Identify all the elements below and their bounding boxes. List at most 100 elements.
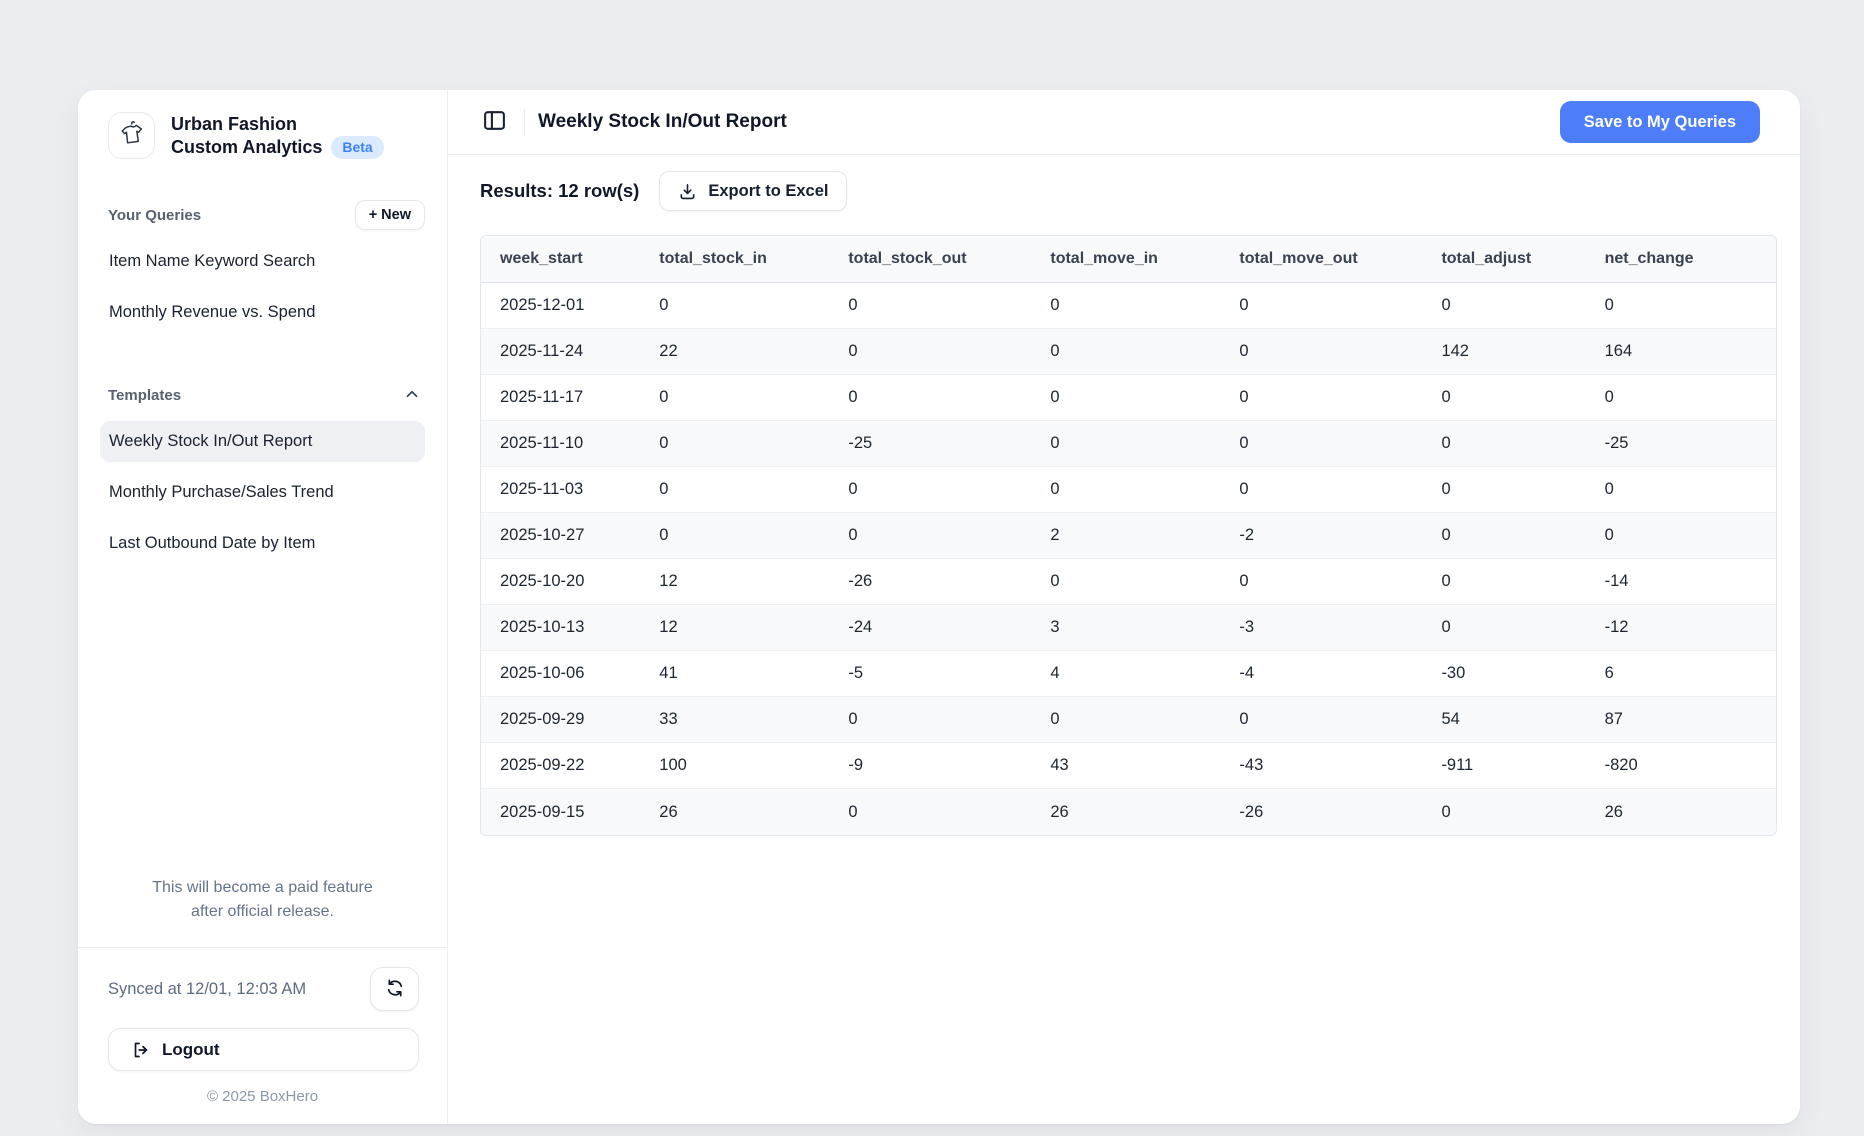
table-cell: 0 xyxy=(640,421,829,467)
sidebar-template-item[interactable]: Monthly Purchase/Sales Trend xyxy=(100,472,425,513)
table-cell: 0 xyxy=(1586,375,1776,421)
table-cell: 2025-11-10 xyxy=(481,421,640,467)
queries-list: Item Name Keyword Search Monthly Revenue … xyxy=(78,241,447,333)
paid-feature-notice: This will become a paid feature after of… xyxy=(78,876,447,924)
table-cell: 0 xyxy=(1220,329,1422,375)
table-cell: 2 xyxy=(1031,513,1220,559)
paid-feature-notice-line1: This will become a paid feature xyxy=(78,876,447,900)
beta-badge: Beta xyxy=(331,136,383,159)
app-window: Urban Fashion Custom Analytics Beta Your… xyxy=(78,90,1800,1124)
table-cell: 2025-11-24 xyxy=(481,329,640,375)
copyright: © 2025 BoxHero xyxy=(78,1088,447,1105)
templates-section-header: Templates xyxy=(78,379,447,411)
refresh-button[interactable] xyxy=(370,967,419,1011)
sidebar-query-item[interactable]: Item Name Keyword Search xyxy=(100,241,425,282)
sidebar-footer: This will become a paid feature after of… xyxy=(78,876,447,1124)
sidebar-query-item[interactable]: Monthly Revenue vs. Spend xyxy=(100,292,425,333)
table-row: 2025-10-0641-54-4-306 xyxy=(481,651,1776,697)
workspace-name: Urban Fashion xyxy=(171,113,384,136)
new-query-button[interactable]: + New xyxy=(355,200,425,230)
table-cell: 0 xyxy=(829,697,1031,743)
table-row: 2025-11-03000000 xyxy=(481,467,1776,513)
table-cell: 2025-09-22 xyxy=(481,743,640,789)
table-cell: 0 xyxy=(1031,559,1220,605)
table-cell: 2025-11-03 xyxy=(481,467,640,513)
your-queries-section-header: Your Queries + New xyxy=(78,199,447,231)
table-cell: 2025-10-13 xyxy=(481,605,640,651)
column-header: total_adjust xyxy=(1422,236,1585,283)
table-cell: 0 xyxy=(1220,283,1422,329)
download-icon xyxy=(678,182,697,201)
table-cell: 54 xyxy=(1422,697,1585,743)
table-cell: 0 xyxy=(829,329,1031,375)
results-count: Results: 12 row(s) xyxy=(480,180,639,202)
table-cell: -4 xyxy=(1220,651,1422,697)
table-cell: 0 xyxy=(829,467,1031,513)
table-row: 2025-09-29330005487 xyxy=(481,697,1776,743)
table-cell: 0 xyxy=(1422,467,1585,513)
table-cell: 0 xyxy=(1031,375,1220,421)
sidebar-toggle-button[interactable] xyxy=(480,106,509,138)
results-toolbar: Results: 12 row(s) Export to Excel xyxy=(480,171,1760,211)
table-cell: 0 xyxy=(1422,789,1585,835)
sidebar-template-item[interactable]: Weekly Stock In/Out Report xyxy=(100,421,425,462)
workspace-title: Urban Fashion Custom Analytics Beta xyxy=(171,113,384,159)
table-row: 2025-11-2422000142164 xyxy=(481,329,1776,375)
table-cell: 4 xyxy=(1031,651,1220,697)
sidebar-template-item[interactable]: Last Outbound Date by Item xyxy=(100,523,425,564)
results-table: week_starttotal_stock_intotal_stock_outt… xyxy=(480,235,1777,836)
table-cell: -9 xyxy=(829,743,1031,789)
table-cell: 0 xyxy=(640,467,829,513)
table-cell: -26 xyxy=(1220,789,1422,835)
sidebar: Urban Fashion Custom Analytics Beta Your… xyxy=(78,90,448,1124)
table-cell: 87 xyxy=(1586,697,1776,743)
main-header: Weekly Stock In/Out Report Save to My Qu… xyxy=(448,90,1800,155)
table-cell: 2025-09-29 xyxy=(481,697,640,743)
table-cell: 33 xyxy=(640,697,829,743)
table-cell: 26 xyxy=(640,789,829,835)
table-cell: 0 xyxy=(640,375,829,421)
table-row: 2025-12-01000000 xyxy=(481,283,1776,329)
paid-feature-notice-line2: after official release. xyxy=(78,900,447,924)
table-cell: 0 xyxy=(1422,559,1585,605)
table-row: 2025-10-27002-200 xyxy=(481,513,1776,559)
sidebar-footer-divider xyxy=(78,947,447,948)
tshirt-doodle-icon xyxy=(116,118,147,154)
table-cell: 0 xyxy=(1422,605,1585,651)
column-header: total_stock_out xyxy=(829,236,1031,283)
table-cell: -25 xyxy=(1586,421,1776,467)
table-cell: 12 xyxy=(640,559,829,605)
table-cell: 0 xyxy=(640,513,829,559)
app-name: Custom Analytics xyxy=(171,136,322,159)
table-cell: 2025-12-01 xyxy=(481,283,640,329)
main-panel: Weekly Stock In/Out Report Save to My Qu… xyxy=(448,90,1800,1124)
chevron-up-icon xyxy=(403,385,421,406)
table-cell: 2025-09-15 xyxy=(481,789,640,835)
table-cell: -3 xyxy=(1220,605,1422,651)
table-cell: 2025-10-06 xyxy=(481,651,640,697)
save-to-my-queries-button[interactable]: Save to My Queries xyxy=(1560,101,1760,143)
table-cell: -2 xyxy=(1220,513,1422,559)
logout-label: Logout xyxy=(162,1040,220,1060)
table-row: 2025-09-1526026-26026 xyxy=(481,789,1776,835)
table-cell: 0 xyxy=(829,375,1031,421)
table-cell: -43 xyxy=(1220,743,1422,789)
templates-collapse-button[interactable] xyxy=(399,381,425,410)
table-cell: 2025-10-20 xyxy=(481,559,640,605)
table-cell: 0 xyxy=(1586,513,1776,559)
table-cell: -24 xyxy=(829,605,1031,651)
table-cell: -30 xyxy=(1422,651,1585,697)
export-to-excel-button[interactable]: Export to Excel xyxy=(659,171,847,211)
table-cell: -26 xyxy=(829,559,1031,605)
export-to-excel-label: Export to Excel xyxy=(708,182,828,201)
table-cell: 0 xyxy=(1220,467,1422,513)
table-cell: 164 xyxy=(1586,329,1776,375)
logout-icon xyxy=(131,1040,151,1060)
logout-button[interactable]: Logout xyxy=(108,1028,419,1071)
column-header: total_stock_in xyxy=(640,236,829,283)
table-body: 2025-12-010000002025-11-2422000142164202… xyxy=(481,283,1776,835)
table-cell: 2025-11-17 xyxy=(481,375,640,421)
table-cell: 0 xyxy=(640,283,829,329)
table-cell: 0 xyxy=(1031,329,1220,375)
table-row: 2025-10-1312-243-30-12 xyxy=(481,605,1776,651)
